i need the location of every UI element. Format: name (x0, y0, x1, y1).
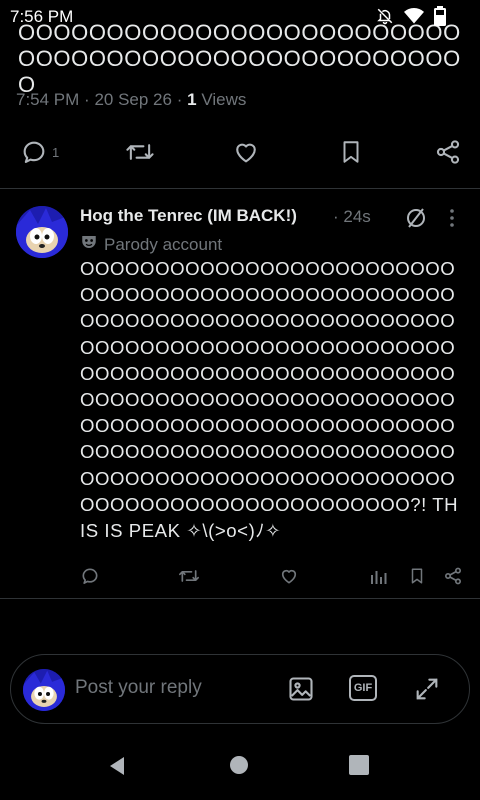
battery-icon (434, 6, 446, 26)
share-icon (443, 566, 463, 586)
repost-button[interactable] (124, 132, 156, 172)
reply-icon (20, 138, 48, 166)
gif-button[interactable]: GIF (349, 675, 377, 701)
notifications-off-icon (376, 7, 394, 25)
home-button[interactable] (228, 754, 250, 781)
reply-views-button[interactable] (370, 562, 388, 590)
expand-button[interactable] (413, 675, 441, 708)
post-actions: 1 (0, 132, 480, 172)
expand-icon (413, 678, 441, 707)
system-navbar (0, 736, 480, 800)
reply-composer: GIF (10, 654, 470, 724)
recents-button[interactable] (348, 754, 370, 781)
repost-icon (177, 566, 201, 586)
status-bar: 7:56 PM (0, 0, 480, 32)
bookmark-icon (408, 566, 426, 586)
reply-repost-button[interactable] (177, 562, 201, 590)
status-icons (376, 6, 446, 26)
reply-icon (80, 566, 100, 586)
image-icon (287, 677, 315, 707)
more-icon[interactable] (448, 208, 456, 233)
avatar[interactable] (16, 206, 68, 258)
reply-like-button[interactable] (279, 562, 299, 590)
reply-reply-button[interactable] (80, 562, 100, 590)
parody-mask-icon (80, 233, 98, 256)
post-date: 20 Sep 26 (94, 90, 172, 109)
views-count: 1 (187, 90, 197, 109)
reply-display-name[interactable]: Hog the Tenrec (IM BACK!) (80, 206, 297, 226)
share-icon (434, 138, 462, 166)
like-icon (232, 138, 260, 166)
status-time: 7:56 PM (10, 7, 74, 26)
like-button[interactable] (232, 132, 260, 172)
reply-button[interactable]: 1 (20, 132, 59, 172)
recents-icon (348, 755, 370, 780)
divider (0, 598, 480, 599)
reply-text: OOOOOOOOOOOOOOOOOOOOOOOOOOOOOOOOOOOOOOOO… (80, 258, 459, 542)
home-icon (228, 756, 250, 780)
post-meta: 7:54 PM · 20 Sep 26 · 1 Views (16, 90, 246, 110)
wifi-icon (404, 7, 424, 25)
reply-input[interactable] (75, 677, 275, 699)
reply-share-button[interactable] (443, 562, 463, 590)
back-icon (106, 757, 130, 782)
reply-count: 1 (52, 144, 60, 160)
bookmark-icon (338, 138, 364, 166)
avatar (23, 669, 65, 711)
reply-time: · 24s (333, 207, 371, 226)
post-time: 7:54 PM (16, 90, 80, 109)
meta-separator: · (84, 90, 90, 109)
bookmark-button[interactable] (338, 132, 364, 172)
reply-bookmark-button[interactable] (408, 562, 426, 590)
back-button[interactable] (106, 754, 130, 783)
parody-label: Parody account (104, 234, 223, 254)
views-label[interactable]: Views (201, 90, 246, 109)
divider (0, 188, 480, 189)
gif-icon: GIF (349, 675, 377, 701)
repost-icon (124, 138, 156, 166)
image-button[interactable] (287, 675, 315, 708)
meta-separator: · (176, 90, 183, 109)
views-icon (370, 567, 388, 585)
share-button[interactable] (434, 132, 462, 172)
like-icon (279, 566, 299, 586)
parody-badge: Parody account (80, 233, 222, 256)
reply-actions (0, 562, 480, 590)
grok-icon[interactable] (404, 206, 428, 235)
